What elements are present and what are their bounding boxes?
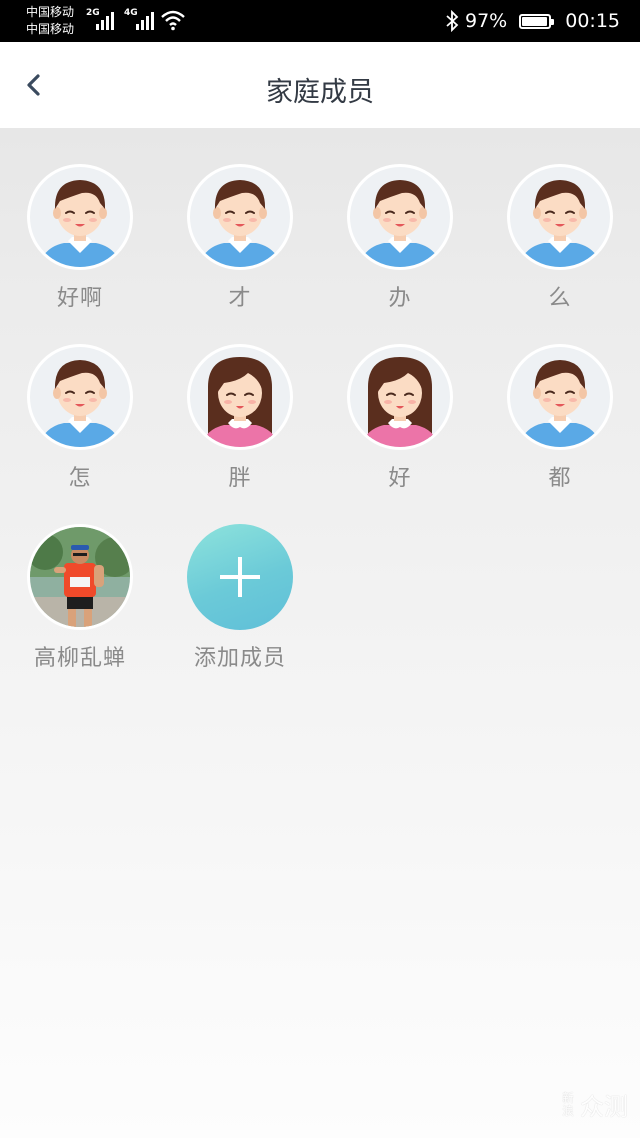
member-avatar[interactable] (27, 344, 133, 450)
sina-zhongce-watermark: 新浪 众测 (562, 1087, 628, 1122)
carrier-2: 中国移动 (26, 22, 75, 36)
boy-avatar-icon (190, 167, 290, 267)
add-member-item[interactable]: 添加成员 (160, 524, 320, 672)
battery-icon (519, 13, 555, 29)
carrier-labels: 中国移动 中国移动 (26, 4, 74, 38)
boy-avatar-icon (30, 167, 130, 267)
battery-percent: 97% (465, 10, 508, 32)
member-avatar[interactable] (27, 524, 133, 630)
plus-icon (220, 557, 260, 597)
member-avatar[interactable] (507, 164, 613, 270)
add-member-button[interactable] (187, 524, 293, 630)
member-name: 胖 (228, 466, 252, 491)
girl-avatar-icon (350, 347, 450, 447)
status-bar: 中国移动 中国移动 2G 4G 97% 00:15 (0, 0, 640, 42)
member-name: 都 (548, 466, 572, 491)
member-name: 办 (388, 286, 412, 311)
member-name: 才 (228, 286, 252, 311)
boy-avatar-icon (510, 347, 610, 447)
member-item[interactable]: 都 (480, 344, 640, 492)
member-item[interactable]: 怎 (0, 344, 160, 492)
boy-avatar-icon (30, 347, 130, 447)
member-avatar[interactable] (27, 164, 133, 270)
member-item[interactable]: 才 (160, 164, 320, 312)
bluetooth-icon (446, 10, 459, 32)
member-name: 高柳乱蝉 (33, 646, 126, 671)
watermark-logo: 新浪 (562, 1090, 575, 1118)
member-name: 好 (388, 466, 412, 491)
girl-avatar-icon (190, 347, 290, 447)
member-avatar[interactable] (347, 344, 453, 450)
carrier-1: 中国移动 (26, 5, 75, 19)
member-avatar[interactable] (187, 344, 293, 450)
add-member-label: 添加成员 (193, 646, 286, 671)
nav-header: 家庭成员 (0, 42, 640, 128)
boy-avatar-icon (350, 167, 450, 267)
member-name: 么 (548, 286, 572, 311)
member-item[interactable]: 好 (320, 344, 480, 492)
page-title: 家庭成员 (266, 77, 374, 108)
wifi-icon (161, 10, 185, 31)
member-item[interactable]: 胖 (160, 344, 320, 492)
member-name: 好啊 (56, 286, 103, 311)
member-item[interactable]: 好啊 (0, 164, 160, 312)
member-item[interactable]: 办 (320, 164, 480, 312)
watermark-text: 众测 (580, 1093, 628, 1121)
member-item[interactable]: 高柳乱蝉 (0, 524, 160, 672)
member-item[interactable]: 么 (480, 164, 640, 312)
boy-avatar-icon (510, 167, 610, 267)
member-avatar[interactable] (347, 164, 453, 270)
member-avatar[interactable] (507, 344, 613, 450)
member-avatar[interactable] (187, 164, 293, 270)
clock: 00:15 (565, 10, 620, 32)
runner-photo (30, 527, 130, 627)
member-name: 怎 (68, 466, 92, 491)
